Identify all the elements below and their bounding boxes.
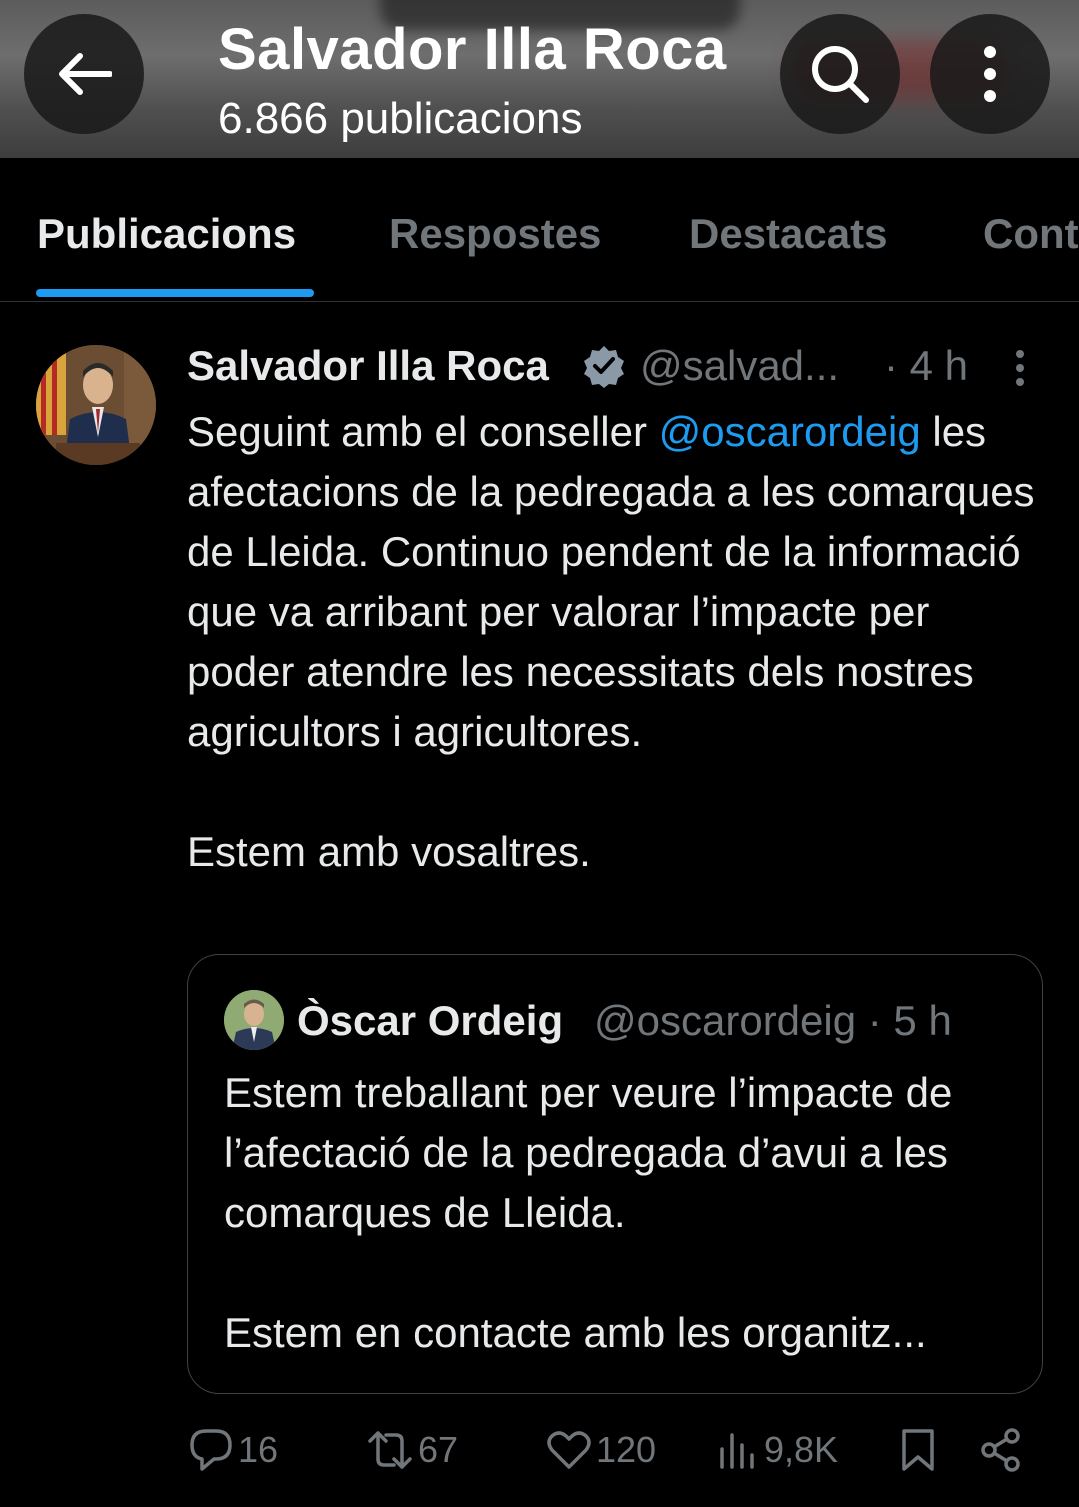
avatar[interactable] — [36, 345, 156, 465]
more-options-button[interactable] — [930, 14, 1050, 134]
quoted-tweet[interactable]: Òscar Ordeig @oscarordeig · 5 h Estem tr… — [187, 954, 1043, 1394]
repost-button[interactable]: 67 — [366, 1427, 458, 1473]
reply-icon — [190, 1429, 232, 1471]
tab-contingut[interactable]: Cont — [983, 210, 1079, 258]
tweet[interactable]: Salvador Illa Roca @salvad... · 4 h Segu… — [0, 302, 1079, 1507]
views-icon — [720, 1433, 754, 1469]
tweet-text-part: Seguint amb el conseller — [187, 408, 659, 455]
post-count: 6.866 publicacions — [218, 94, 583, 143]
tweet-author-name[interactable]: Salvador Illa Roca — [187, 342, 549, 390]
tab-destacats[interactable]: Destacats — [689, 210, 887, 258]
tweet-text-part: les afectacions de la pedregada a les co… — [187, 408, 1035, 755]
verified-badge-icon — [584, 346, 624, 388]
profile-tabs: Publicacions Respostes Destacats Cont — [0, 158, 1079, 302]
reply-count: 16 — [238, 1429, 279, 1470]
quoted-text-paragraph: Estem treballant per veure l’impacte de … — [224, 1069, 953, 1236]
share-icon — [981, 1428, 1020, 1472]
tab-publicacions[interactable]: Publicacions — [37, 210, 296, 258]
quoted-text-paragraph: Estem en contacte amb les organitz... — [224, 1309, 927, 1356]
like-button[interactable]: 120 — [546, 1427, 656, 1473]
tweet-author-handle[interactable]: @salvad... — [640, 342, 839, 390]
tweet-timestamp[interactable]: · 4 h — [884, 342, 968, 390]
avatar — [224, 990, 284, 1050]
more-vertical-icon — [1016, 350, 1024, 358]
quoted-text: Estem treballant per veure l’impacte de … — [224, 1063, 1024, 1363]
tweet-text-paragraph: Estem amb vosaltres. — [187, 828, 591, 875]
quoted-handle-time: @oscarordeig · 5 h — [594, 997, 952, 1044]
like-icon — [547, 1431, 591, 1469]
search-button[interactable] — [780, 14, 900, 134]
views-count: 9,8K — [764, 1429, 839, 1470]
bookmark-icon — [902, 1429, 934, 1471]
quoted-author-name: Òscar Ordeig — [297, 997, 564, 1044]
search-icon — [812, 46, 869, 103]
tweet-more-button[interactable] — [1000, 346, 1040, 390]
share-button[interactable] — [980, 1427, 1022, 1473]
profile-name-title: Salvador Illa Roca — [218, 17, 727, 82]
repost-icon — [368, 1431, 412, 1469]
tweet-actions: 16 67 120 9,8K — [0, 1417, 1079, 1487]
reply-button[interactable]: 16 — [188, 1427, 278, 1473]
tab-respostes[interactable]: Respostes — [389, 210, 601, 258]
avatar-photo — [36, 345, 156, 465]
mention-link[interactable]: @oscarordeig — [659, 408, 921, 455]
bookmark-button[interactable] — [898, 1427, 938, 1473]
back-button[interactable] — [24, 14, 144, 134]
active-tab-indicator — [36, 289, 314, 297]
profile-header: Salvador Illa Roca 6.866 publicacions — [0, 0, 1079, 158]
back-arrow-icon — [59, 53, 112, 95]
more-vertical-icon — [984, 46, 996, 102]
like-count: 120 — [596, 1429, 657, 1470]
tweet-text: Seguint amb el conseller @oscarordeig le… — [187, 402, 1047, 882]
repost-count: 67 — [418, 1429, 459, 1470]
views-button[interactable]: 9,8K — [716, 1427, 838, 1473]
